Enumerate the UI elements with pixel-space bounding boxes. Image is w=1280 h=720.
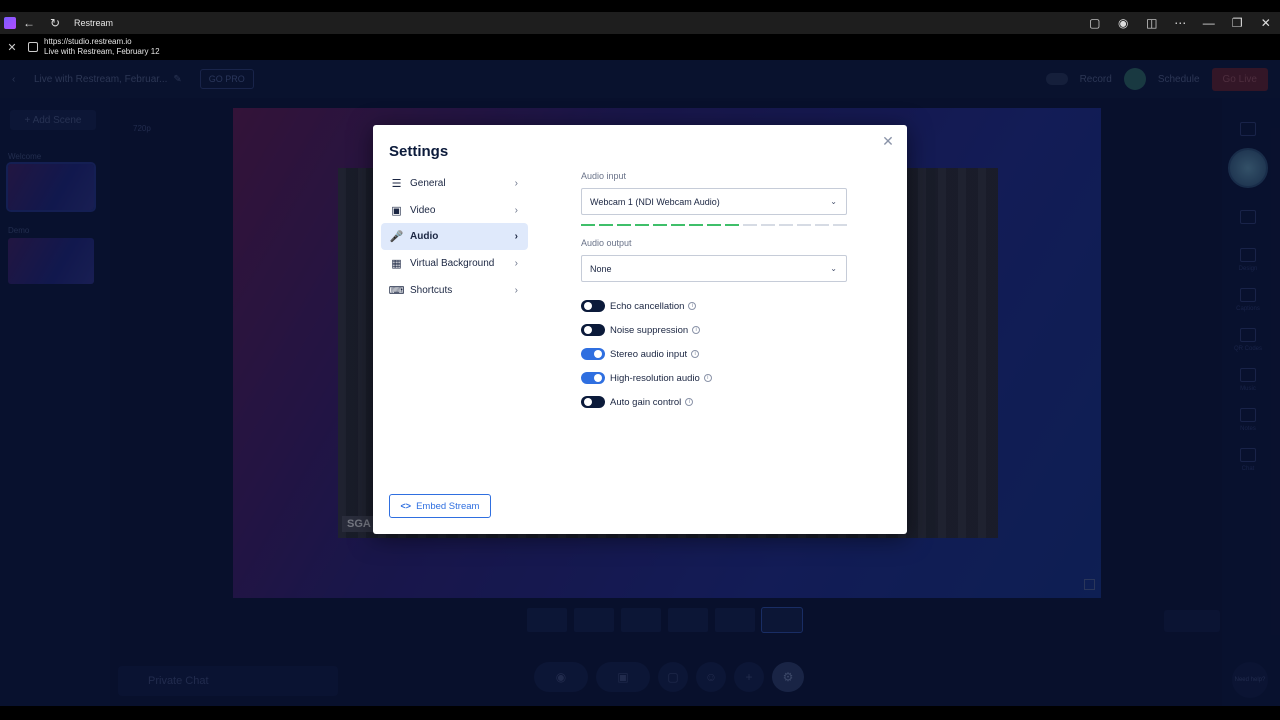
toggle-switch[interactable] [581,372,605,384]
level-segment [671,224,685,226]
audio-input-select[interactable]: Webcam 1 (NDI Webcam Audio) ⌄ [581,188,847,215]
level-segment [707,224,721,226]
chevron-right-icon: › [514,177,518,189]
toggle-label: Echo cancellation [610,300,685,312]
menu-item-label: Shortcuts [410,284,453,296]
settings-menu: ☰ General › ▣ Video › 🎤 Audio › ▦ Virtua… [381,170,528,303]
close-window-button[interactable]: ✕ [1252,12,1280,34]
menu-item-video[interactable]: ▣ Video › [381,197,528,224]
menu-item-label: Virtual Background [410,257,495,269]
toggle-knob [594,374,602,382]
toggle-label: Noise suppression [610,324,689,336]
microphone-icon: 🎤 [389,231,404,244]
chevron-down-icon: ⌄ [830,197,837,206]
toggle-row: Stereo audio input i [581,347,700,361]
info-icon[interactable]: i [691,350,700,358]
level-segment [617,224,631,226]
level-segment [833,224,847,226]
toggle-row: Auto gain control i [581,395,694,409]
refresh-icon[interactable]: ↻ [42,12,68,34]
level-segment [689,224,703,226]
level-segment [743,224,757,226]
level-segment [581,224,595,226]
menu-item-label: General [410,177,446,189]
audio-input-value: Webcam 1 (NDI Webcam Audio) [590,196,720,207]
page-title-text: Live with Restream, February 12 [44,47,160,56]
window-titlebar: ← ↻ Restream ▢ ◉ ◫ ⋯ — ❐ ✕ [0,12,1280,34]
modal-title: Settings [389,143,449,160]
embed-stream-button[interactable]: <> Embed Stream [389,494,491,518]
audio-output-value: None [590,263,612,274]
embed-stream-label: Embed Stream [416,500,480,512]
menu-item-audio[interactable]: 🎤 Audio › [381,223,528,251]
level-segment [653,224,667,226]
level-segment [815,224,829,226]
url-text[interactable]: https://studio.restream.io [44,37,160,47]
eye-icon[interactable]: ◉ [1109,12,1138,34]
level-segment [779,224,793,226]
close-icon[interactable]: ✕ [0,41,24,54]
back-arrow-icon[interactable]: ← [16,12,42,34]
lock-icon [28,42,38,52]
toggle-knob [594,350,602,358]
toggle-switch[interactable] [581,348,605,360]
maximize-button[interactable]: ❐ [1223,12,1252,34]
close-icon[interactable]: ✕ [881,134,895,148]
level-segment [797,224,811,226]
toggle-row: Echo cancellation i [581,299,697,313]
chevron-right-icon: › [514,204,518,216]
audio-output-select[interactable]: None ⌄ [581,255,847,282]
address-bar: ✕ https://studio.restream.io Live with R… [0,34,1280,60]
chevron-right-icon: › [514,284,518,296]
toggle-switch[interactable] [581,324,605,336]
menu-item-shortcuts[interactable]: ⌨ Shortcuts › [381,277,528,304]
info-icon[interactable]: i [685,398,694,406]
keyboard-icon: ⌨ [388,284,405,297]
info-icon[interactable]: i [688,302,697,310]
image-icon: ▦ [391,257,402,270]
minimize-button[interactable]: — [1195,12,1224,34]
toggle-row: High-resolution audio i [581,371,712,385]
level-segment [725,224,739,226]
code-icon: <> [400,501,412,511]
audio-input-label: Audio input [581,171,627,181]
chevron-down-icon: ⌄ [830,264,837,273]
level-segment [599,224,613,226]
toggle-switch[interactable] [581,396,605,408]
audio-output-label: Audio output [581,238,632,248]
toggle-switch[interactable] [581,300,605,312]
toggle-knob [584,302,592,310]
level-segment [761,224,775,226]
toggle-label: Stereo audio input [610,348,688,360]
level-segment [635,224,649,226]
window-title: Restream [74,18,114,28]
menu-item-label: Video [410,204,436,216]
chevron-right-icon: › [514,257,518,269]
share-icon[interactable]: ◫ [1138,12,1167,34]
camera-icon: ▣ [391,204,402,217]
chevron-right-icon: › [514,231,518,243]
toggle-knob [584,398,592,406]
toggle-knob [584,326,592,334]
menu-item-label: Audio [410,231,439,243]
toggle-label: High-resolution audio [610,372,700,384]
info-icon[interactable]: i [703,374,712,382]
settings-modal: Settings ✕ ☰ General › ▣ Video › 🎤 Audio… [373,125,907,534]
camera-icon[interactable]: ▢ [1081,12,1110,34]
menu-item-general[interactable]: ☰ General › [381,170,528,197]
toggle-label: Auto gain control [610,396,682,408]
menu-item-virtual-background[interactable]: ▦ Virtual Background › [381,250,528,277]
toggle-row: Noise suppression i [581,323,701,337]
audio-level-meter [581,224,847,227]
info-icon[interactable]: i [692,326,701,334]
more-icon[interactable]: ⋯ [1166,12,1195,34]
sliders-icon: ☰ [391,177,402,190]
restream-logo-icon [4,17,16,29]
